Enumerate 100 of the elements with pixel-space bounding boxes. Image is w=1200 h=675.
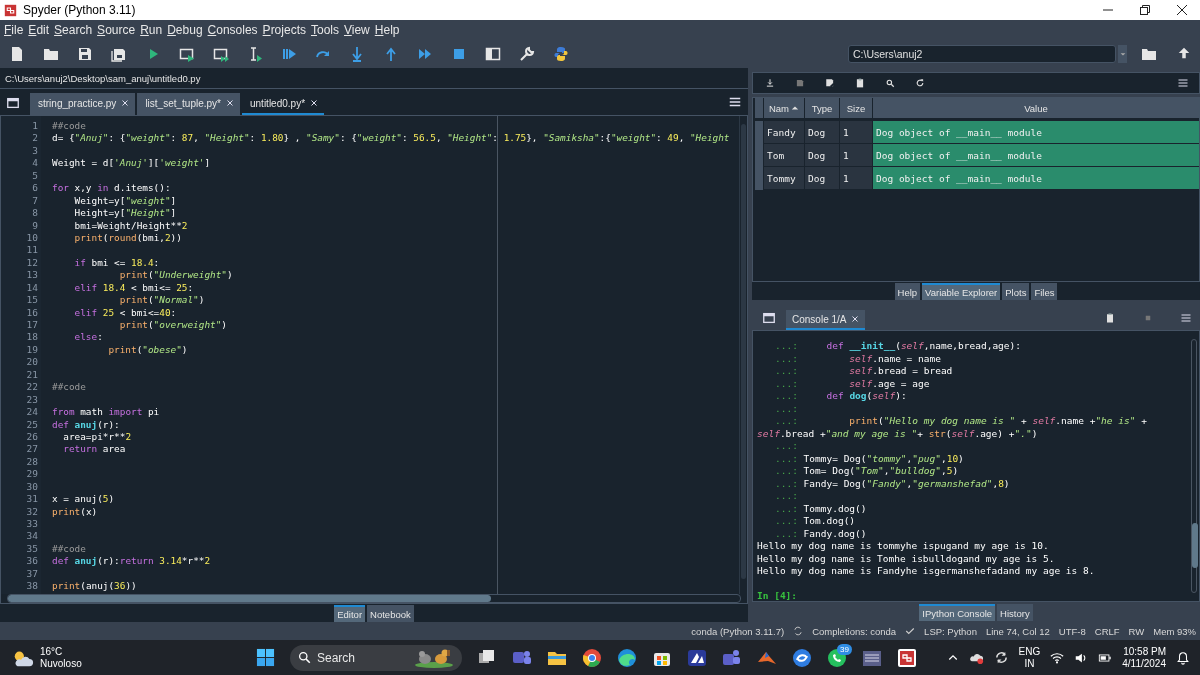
code-line: else: <box>73 331 103 344</box>
start-icon[interactable] <box>256 648 275 667</box>
dropdown-button[interactable] <box>1118 45 1127 63</box>
new-file-icon[interactable] <box>9 46 25 62</box>
code-line: Weight = d['Anuj']['weight'] <box>52 157 211 170</box>
wave-browser-icon[interactable] <box>617 647 637 668</box>
pane-tab[interactable]: Help <box>894 282 921 300</box>
step-return-icon[interactable] <box>383 46 399 62</box>
sync-icon[interactable] <box>993 650 1009 665</box>
console-output: Hello my dog name is Tomhe isbulldogand my age is 5. <box>757 552 1055 565</box>
line-number: 21 <box>25 368 39 382</box>
step-into-icon[interactable] <box>349 46 365 62</box>
console-tab[interactable]: Console 1/A <box>786 310 866 330</box>
save-icon[interactable] <box>795 78 805 88</box>
maximize-pane-icon[interactable] <box>485 46 501 62</box>
language-indicator[interactable]: ENG <box>1018 645 1041 658</box>
pane-tab[interactable]: Variable Explorer <box>922 282 1001 300</box>
chat-app-icon[interactable] <box>722 647 742 668</box>
table-cell: 1 <box>840 121 872 144</box>
search-icon[interactable] <box>885 78 895 88</box>
python-icon[interactable] <box>553 46 569 62</box>
console-line: ...: print("Hello my dog name is " + self.name +"he is" + <box>774 415 1147 428</box>
clipboard-icon[interactable] <box>1104 312 1116 324</box>
scrollbar[interactable] <box>739 116 747 594</box>
save-all-icon[interactable] <box>111 46 127 62</box>
menu-item[interactable]: File <box>4 23 24 37</box>
swirl-app-icon[interactable] <box>792 647 812 668</box>
pane-icon[interactable] <box>6 96 20 110</box>
save-as-icon[interactable] <box>825 78 835 88</box>
stop-icon[interactable] <box>451 46 467 62</box>
clock-time[interactable]: 10:58 PM <box>1123 645 1166 658</box>
status-item: CRLF <box>1094 625 1120 637</box>
menu-item[interactable]: Search <box>54 23 93 37</box>
file-tab[interactable]: string_practice.py <box>30 93 136 115</box>
menu-item[interactable]: Tools <box>310 23 339 37</box>
code-line: def anuj(r):return 3.14*r**2 <box>52 555 211 568</box>
region-indicator[interactable]: IN <box>1024 657 1035 670</box>
search-input[interactable]: Search <box>317 650 408 665</box>
line-number: 11 <box>25 244 39 257</box>
restore-icon[interactable] <box>1137 2 1153 18</box>
code-line: for x,y in d.items(): <box>52 182 171 195</box>
menu-item[interactable]: Edit <box>28 23 50 37</box>
scrollbar[interactable] <box>0 594 748 604</box>
circle-browser-icon[interactable] <box>582 647 602 668</box>
file-tab[interactable]: list_set_tuple.py* <box>137 93 240 115</box>
menu-item[interactable]: Consoles <box>207 23 258 37</box>
folder-icon[interactable] <box>1141 46 1157 62</box>
column-header[interactable]: Value <box>873 98 1199 118</box>
console-line: ...: Tommy.dog() <box>774 502 867 515</box>
pane-tab[interactable]: Editor <box>334 605 366 622</box>
pane-tab[interactable]: Files <box>1031 282 1058 300</box>
pane-icon[interactable] <box>762 311 776 325</box>
menu-item[interactable]: Debug <box>167 23 203 37</box>
line-number: 29 <box>25 468 39 481</box>
save-icon[interactable] <box>77 46 93 62</box>
menu-icon[interactable] <box>728 95 742 109</box>
wifi-icon[interactable] <box>1050 650 1065 665</box>
pane-tab[interactable]: IPython Console <box>919 603 996 621</box>
run-cell-icon[interactable] <box>179 46 195 62</box>
column-header[interactable]: Size <box>840 98 872 118</box>
up-arrow-icon[interactable] <box>1177 46 1191 60</box>
pane-tab[interactable]: Notebook <box>367 605 414 622</box>
close-icon[interactable] <box>309 98 320 108</box>
console-line: ...: Tom.dog() <box>774 515 856 528</box>
console-line: self.bread +"and my age is "+ str(self.age) +".") <box>757 427 1038 440</box>
menu-item[interactable]: Source <box>97 23 136 37</box>
clipboard-icon[interactable] <box>855 78 865 88</box>
pane-tab[interactable]: History <box>997 603 1033 621</box>
clock-date[interactable]: 4/11/2024 <box>1122 657 1166 670</box>
search-bar[interactable]: Search <box>290 644 462 671</box>
debug-icon[interactable] <box>281 46 297 62</box>
code-line: print("Underweight") <box>118 269 233 282</box>
menu-item[interactable]: Run <box>140 23 163 37</box>
app-logo-icon[interactable] <box>897 647 917 668</box>
menu-item[interactable]: Projects <box>262 23 306 37</box>
console-line: ...: self.age = age <box>774 377 930 390</box>
line-number: 12 <box>25 256 39 270</box>
run-cell-advance-icon[interactable] <box>213 46 229 62</box>
line-number: 15 <box>25 294 39 307</box>
menu-item[interactable]: View <box>344 23 370 37</box>
console-line: ...: self.name = name <box>774 352 941 365</box>
import-icon[interactable] <box>765 78 775 88</box>
check-icon <box>905 626 916 636</box>
line-number: 10 <box>25 231 39 245</box>
line-number: 32 <box>25 505 39 518</box>
column-header[interactable]: Nam <box>764 98 804 118</box>
folder-icon[interactable] <box>43 46 59 62</box>
continue-icon[interactable] <box>417 46 433 62</box>
column-header[interactable]: Type <box>805 98 839 118</box>
line-number: 33 <box>25 518 39 531</box>
line-number: 26 <box>25 430 39 444</box>
wrench-icon[interactable] <box>519 46 535 62</box>
working-directory-field[interactable]: C:\Users\anuj2 <box>848 45 1116 63</box>
triangle-app-icon[interactable] <box>687 647 707 668</box>
refresh-icon[interactable] <box>915 78 925 88</box>
pane-tab[interactable]: Plots <box>1002 282 1030 300</box>
line-number: 34 <box>25 530 39 543</box>
menu-item[interactable]: Help <box>374 23 400 37</box>
bell-icon[interactable] <box>1176 650 1190 665</box>
close-icon[interactable] <box>1174 2 1190 18</box>
